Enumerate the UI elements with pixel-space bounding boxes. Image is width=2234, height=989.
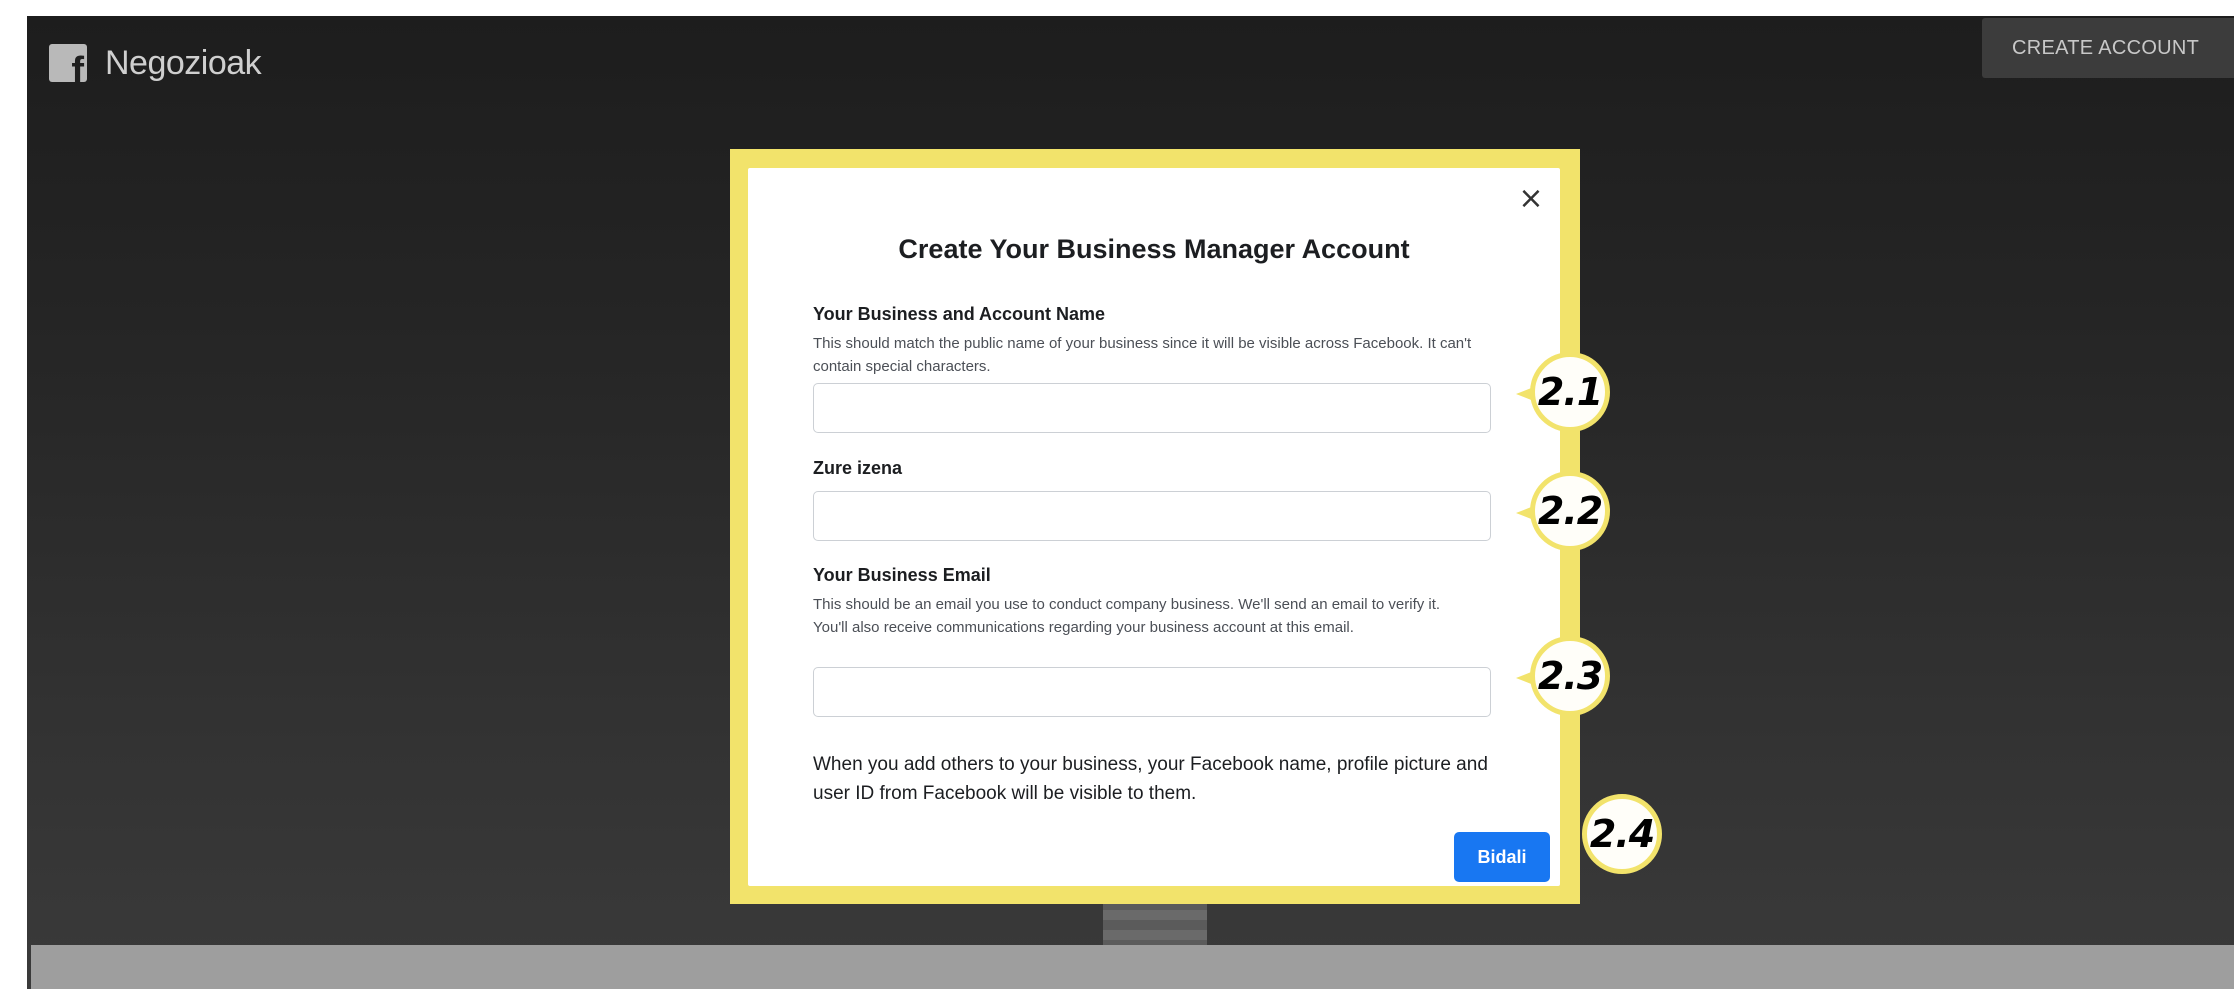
- create-business-manager-dialog: × Create Your Business Manager Account Y…: [748, 168, 1560, 886]
- marker-label: 2.1: [1530, 352, 1610, 432]
- business-email-help: This should be an email you use to condu…: [813, 596, 1441, 636]
- create-account-button[interactable]: CREATE ACCOUNT: [1982, 18, 2234, 78]
- marker-label: 2.4: [1582, 794, 1662, 874]
- step-marker-2-4: 2.4: [1568, 794, 1664, 882]
- submit-button[interactable]: Bidali: [1454, 832, 1550, 882]
- close-icon[interactable]: ×: [1516, 184, 1546, 214]
- step-marker-2-2: 2.2: [1516, 471, 1612, 559]
- business-name-help: This should match the public name of you…: [813, 335, 1472, 375]
- dialog-title: Create Your Business Manager Account: [898, 234, 1410, 264]
- marker-label: 2.3: [1530, 636, 1610, 716]
- marker-label: 2.2: [1530, 471, 1610, 551]
- business-email-label: Your Business Email: [813, 565, 991, 585]
- business-email-input[interactable]: [813, 667, 1491, 717]
- step-marker-2-3: 2.3: [1516, 636, 1612, 724]
- business-name-label: Your Business and Account Name: [813, 304, 1106, 324]
- step-marker-2-1: 2.1: [1516, 352, 1612, 440]
- brand-title: Negozioak: [105, 44, 262, 82]
- privacy-notice: When you add others to your business, yo…: [813, 754, 1488, 804]
- your-name-input[interactable]: [813, 491, 1491, 541]
- business-name-input[interactable]: [813, 383, 1491, 433]
- footer-strip: [31, 945, 2234, 989]
- facebook-logo-icon: f: [49, 44, 87, 82]
- screen-left-margin: [0, 0, 27, 989]
- your-name-label: Zure izena: [813, 458, 903, 478]
- top-bar: f Negozioak CREATE ACCOUNT: [27, 16, 2234, 106]
